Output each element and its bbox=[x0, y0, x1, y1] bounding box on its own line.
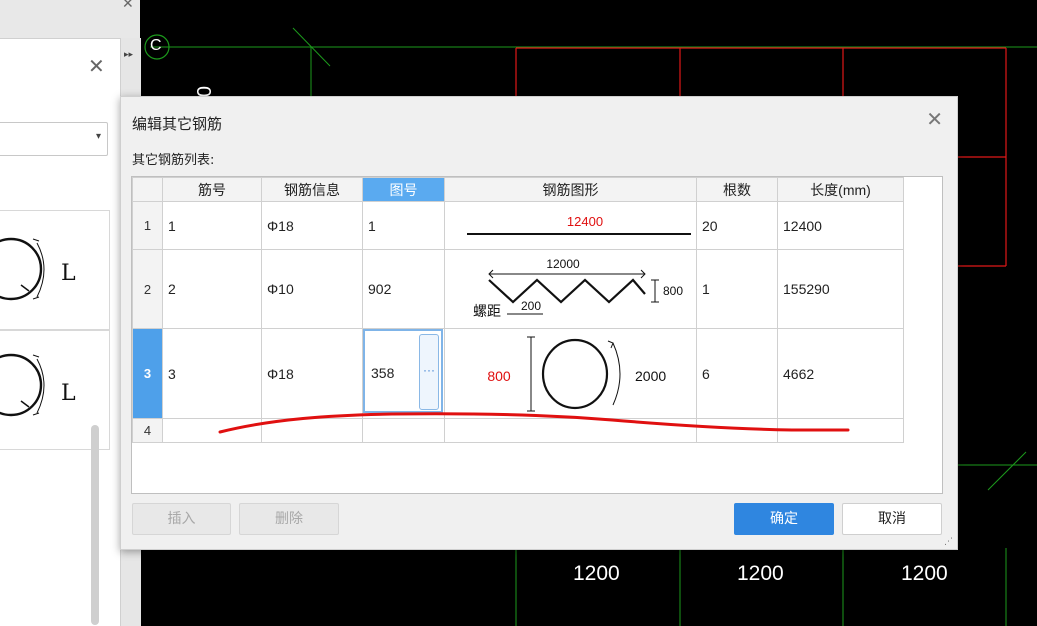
length-cell[interactable] bbox=[777, 418, 904, 443]
table-row[interactable]: 1 1 Φ18 1 12400 20 12400 bbox=[132, 201, 904, 250]
shape-dimension: 螺距 bbox=[473, 304, 501, 320]
shape-dimension: 12400 bbox=[567, 214, 603, 229]
edit-other-rebar-dialog: 编辑其它钢筋 ✕ 其它钢筋列表: 筋号 钢筋信息 图号 钢筋图形 根数 长度(m… bbox=[120, 96, 958, 550]
column-header[interactable]: 图号 bbox=[362, 177, 445, 202]
scrollbar-thumb[interactable] bbox=[91, 425, 99, 625]
shape-dimension: 2000 bbox=[635, 368, 666, 384]
insert-button[interactable]: 插入 bbox=[132, 503, 231, 535]
count-cell[interactable]: 1 bbox=[696, 249, 778, 329]
delete-button[interactable]: 删除 bbox=[239, 503, 339, 535]
bar-info-cell[interactable]: Φ18 bbox=[261, 328, 363, 419]
shape-no-cell[interactable]: 358 ··· bbox=[362, 328, 445, 419]
length-cell[interactable]: 155290 bbox=[777, 249, 904, 329]
bar-no-cell[interactable]: 1 bbox=[162, 201, 262, 250]
close-icon[interactable]: ✕ bbox=[122, 0, 134, 14]
shape-card[interactable]: L bbox=[0, 210, 110, 330]
shape-cell[interactable]: 12400 bbox=[444, 201, 697, 250]
shape-no-cell[interactable]: 902 bbox=[362, 249, 445, 329]
close-icon[interactable]: ✕ bbox=[88, 56, 105, 76]
row-header[interactable]: 3 bbox=[132, 328, 163, 419]
shape-cell[interactable]: 800 2000 bbox=[444, 328, 697, 419]
length-cell[interactable]: 12400 bbox=[777, 201, 904, 250]
table-row[interactable]: 3 3 Φ18 358 ··· 800 2000 6 4662 bbox=[132, 328, 904, 419]
shape-dimension: 200 bbox=[521, 299, 541, 313]
straight-bar-shape: 12400 bbox=[467, 214, 691, 235]
bar-info-cell[interactable]: Φ18 bbox=[261, 201, 363, 250]
shape-no-editor[interactable]: 358 ··· bbox=[363, 329, 443, 413]
shape-no-cell[interactable] bbox=[362, 418, 445, 443]
stirrup-shape-icon bbox=[0, 353, 45, 417]
corner-cell[interactable] bbox=[132, 177, 163, 202]
row-header[interactable]: 1 bbox=[132, 201, 163, 250]
panel-body: ✕ ▾ L L bbox=[0, 40, 118, 626]
rebar-grid: 筋号 钢筋信息 图号 钢筋图形 根数 长度(mm) 1 1 Φ18 1 1240… bbox=[131, 176, 943, 494]
column-header[interactable]: 钢筋图形 bbox=[444, 177, 697, 202]
count-cell[interactable]: 6 bbox=[696, 328, 778, 419]
expand-icon[interactable]: ▸▸ bbox=[124, 50, 133, 60]
table-row[interactable]: 4 bbox=[132, 418, 904, 443]
column-header[interactable]: 长度(mm) bbox=[777, 177, 904, 202]
length-cell[interactable]: 4662 bbox=[777, 328, 904, 419]
bar-info-cell[interactable]: Φ10 bbox=[261, 249, 363, 329]
ring-bar-shape: 800 2000 bbox=[487, 336, 666, 412]
column-header[interactable]: 钢筋信息 bbox=[261, 177, 363, 202]
rebar-table: 筋号 钢筋信息 图号 钢筋图形 根数 长度(mm) 1 1 Φ18 1 1240… bbox=[132, 177, 904, 443]
shape-cell[interactable]: 12000 800 螺距 200 bbox=[444, 249, 697, 329]
dimension-label: 1200 bbox=[737, 562, 784, 585]
count-cell[interactable]: 20 bbox=[696, 201, 778, 250]
column-header[interactable]: 筋号 bbox=[162, 177, 262, 202]
dimension-label: 1200 bbox=[573, 562, 620, 585]
type-select[interactable]: ▾ bbox=[0, 122, 108, 156]
close-icon[interactable]: ✕ bbox=[926, 109, 943, 129]
card-label: L bbox=[61, 381, 76, 406]
ok-button[interactable]: 确定 bbox=[734, 503, 834, 535]
bar-info-cell[interactable] bbox=[261, 418, 363, 443]
card-label: L bbox=[61, 261, 76, 286]
dialog-title: 编辑其它钢筋 bbox=[132, 115, 223, 133]
dimension-label: 1200 bbox=[901, 562, 948, 585]
shape-cell[interactable] bbox=[444, 418, 697, 443]
column-header[interactable]: 根数 bbox=[696, 177, 778, 202]
shape-dimension: 800 bbox=[487, 368, 511, 384]
stirrup-shape-icon bbox=[0, 237, 45, 301]
table-row[interactable]: 2 2 Φ10 902 12000 800 螺距 200 1 155290 bbox=[132, 249, 904, 329]
chevron-down-icon: ▾ bbox=[95, 131, 101, 142]
row-header[interactable]: 2 bbox=[132, 249, 163, 329]
resize-grip-icon[interactable]: ⋰ bbox=[944, 537, 953, 547]
grid-marker-label: C bbox=[150, 37, 162, 54]
shape-dimension: 12000 bbox=[546, 257, 580, 271]
bar-no-cell[interactable]: 2 bbox=[162, 249, 262, 329]
table-header: 筋号 钢筋信息 图号 钢筋图形 根数 长度(mm) bbox=[132, 177, 904, 202]
list-label: 其它钢筋列表: bbox=[132, 153, 215, 168]
panel-header bbox=[0, 0, 140, 39]
cancel-button[interactable]: 取消 bbox=[842, 503, 942, 535]
bar-no-cell[interactable] bbox=[162, 418, 262, 443]
count-cell[interactable] bbox=[696, 418, 778, 443]
side-panel: ✕ ▸▸ ✕ ▾ L L bbox=[0, 0, 141, 626]
spiral-bar-shape: 12000 800 螺距 200 bbox=[473, 257, 683, 320]
bar-no-cell[interactable]: 3 bbox=[162, 328, 262, 419]
shape-no-cell[interactable]: 1 bbox=[362, 201, 445, 250]
row-header[interactable]: 4 bbox=[132, 418, 163, 443]
more-icon[interactable]: ··· bbox=[419, 334, 439, 410]
shape-no-value[interactable]: 358 bbox=[371, 365, 394, 381]
shape-dimension: 800 bbox=[663, 284, 683, 298]
